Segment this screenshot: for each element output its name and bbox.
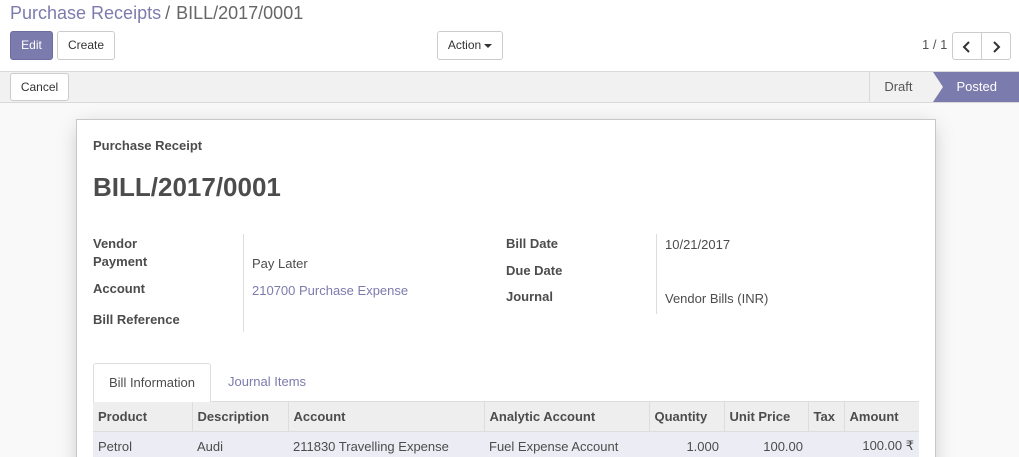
cell-amount: 100.00 ₹ [844,431,919,457]
status-step-draft[interactable]: Draft [869,72,933,102]
cell-analytic-account: Fuel Expense Account [484,431,649,457]
bill-date-label: Bill Date [506,236,559,251]
notebook-tabs: Bill Information Journal Items [93,363,919,403]
column-header-amount[interactable]: Amount [843,402,919,432]
column-header-analytic-account[interactable]: Analytic Account [483,402,649,432]
breadcrumb-parent-link[interactable]: Purchase Receipts [10,3,161,23]
form-title: BILL/2017/0001 [93,172,281,202]
table-header-row: Product Description Account Analytic Acc… [93,402,919,432]
status-steps: Draft Posted [869,72,1019,102]
tab-bill-information[interactable]: Bill Information [93,363,211,403]
bill-date-value: 10/21/2017 [665,237,731,252]
action-button-label: Action [447,38,482,52]
column-header-description[interactable]: Description [191,402,288,432]
column-header-tax[interactable]: Tax [807,402,844,432]
tab-journal-items[interactable]: Journal Items [213,363,321,403]
form-subtitle: Purchase Receipt [93,138,203,153]
account-label: Account [93,281,145,296]
journal-value: Vendor Bills (INR) [665,291,769,306]
pager-previous-button[interactable] [952,32,982,60]
due-date-label: Due Date [506,263,563,278]
create-button[interactable]: Create [57,31,115,60]
caret-down-icon [484,43,493,48]
payment-value: Pay Later [252,256,308,271]
statusbar: Cancel Draft Posted [0,72,1019,103]
control-panel: Purchase Receipts / BILL/2017/0001 Edit Cr… [0,0,1019,72]
cell-account: 211830 Travelling Expense [288,431,484,457]
cell-quantity: 1.000 [649,431,724,457]
cell-product: Petrol [93,431,192,457]
chevron-right-icon [993,41,1001,54]
vendor-label: Vendor [93,236,138,251]
table-row[interactable]: Petrol Audi 211830 Travelling Expense Fu… [93,431,919,457]
journal-label: Journal [506,289,553,304]
breadcrumb-separator: / [165,3,171,23]
cell-tax [808,431,844,457]
form-sheet: Purchase Receipt BILL/2017/0001 Vendor P… [76,119,936,457]
cell-description: Audi [192,431,288,457]
cell-unit-price: 100.00 [724,431,808,457]
breadcrumb-current: BILL/2017/0001 [176,3,304,23]
status-step-posted: Posted [932,72,1019,102]
breadcrumb: Purchase Receipts / BILL/2017/0001 [10,3,303,23]
action-dropdown-button[interactable]: Action [437,31,503,60]
chevron-left-icon [962,41,970,54]
column-header-unit-price[interactable]: Unit Price [723,402,808,432]
edit-button[interactable]: Edit [10,31,53,60]
cancel-button[interactable]: Cancel [10,73,69,101]
bill-reference-label: Bill Reference [93,312,180,327]
account-link[interactable]: 210700 Purchase Expense [252,283,408,298]
bill-lines-table: Product Description Account Analytic Acc… [93,402,919,457]
pager-value: 1 / 1 [922,37,948,52]
left-group-divider [243,234,244,332]
pager-next-button[interactable] [981,32,1011,60]
column-header-quantity[interactable]: Quantity [648,402,724,432]
payment-label: Payment [93,254,148,269]
column-header-account[interactable]: Account [287,402,484,432]
column-header-product[interactable]: Product [93,402,192,432]
right-group-divider [656,234,657,314]
